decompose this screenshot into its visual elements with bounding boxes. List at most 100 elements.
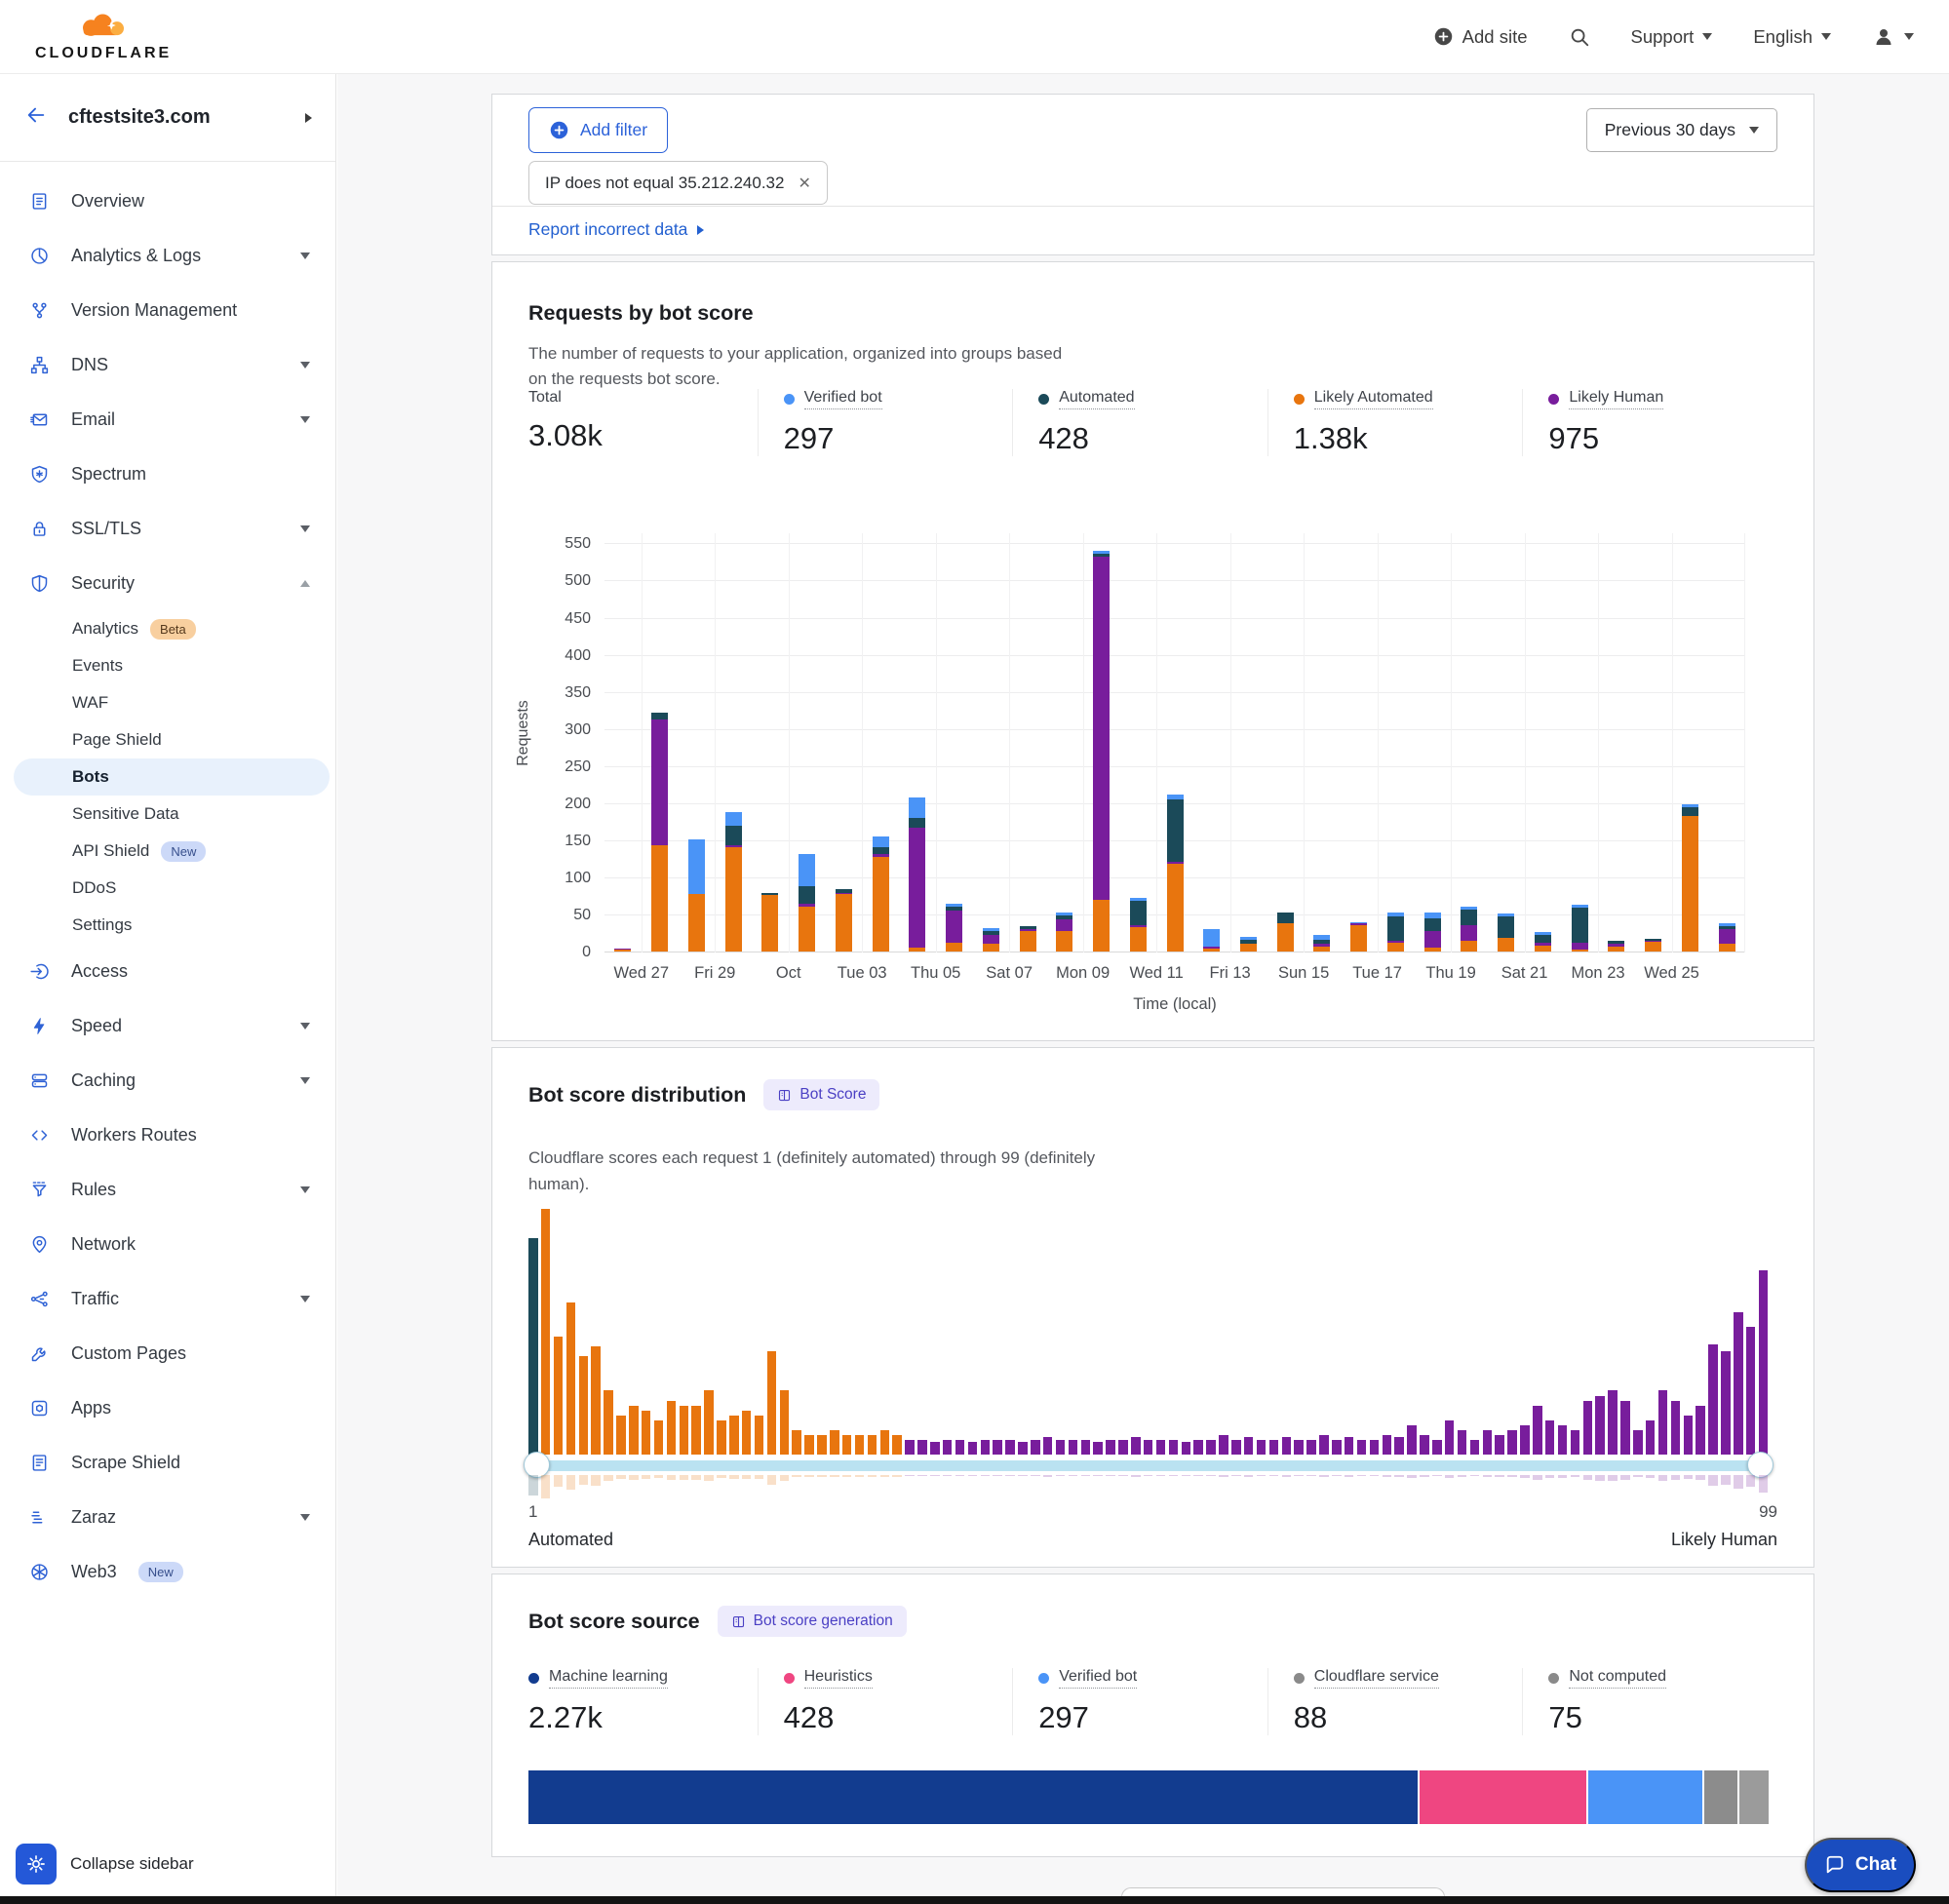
bar-segment-likely-automated: [1203, 949, 1220, 952]
histogram-bar: [528, 1238, 538, 1455]
sidebar-item-page-shield[interactable]: Page Shield: [0, 721, 335, 758]
bar-segment-likely-human: [1719, 929, 1735, 944]
stacked-bar: [1608, 941, 1624, 952]
back-arrow-icon[interactable]: [23, 104, 49, 131]
bot-score-generation-badge[interactable]: Bot score generation: [718, 1606, 907, 1637]
histogram-reflection-bar: [554, 1475, 564, 1487]
bar-segment-likely-automated: [1682, 816, 1698, 952]
analytics-icon: [29, 246, 50, 266]
sidebar-item-label: Zaraz: [71, 1507, 116, 1528]
sidebar-item-rules[interactable]: Rules: [0, 1162, 335, 1217]
site-name[interactable]: cftestsite3.com: [68, 106, 286, 129]
histogram-reflection-bar: [892, 1475, 902, 1477]
histogram-bar: [1495, 1435, 1504, 1455]
date-range-select[interactable]: Previous 30 days: [1586, 108, 1777, 152]
source-segment-cloudflare-service: [1704, 1770, 1738, 1824]
sidebar-item-network[interactable]: Network: [0, 1217, 335, 1271]
sidebar-item-dns[interactable]: DNS: [0, 337, 335, 392]
bot-score-badge[interactable]: Bot Score: [763, 1079, 879, 1110]
sidebar-item-label: Events: [72, 656, 123, 676]
support-menu[interactable]: Support: [1631, 26, 1713, 48]
sidebar-item-analytics-logs[interactable]: Analytics & Logs: [0, 228, 335, 283]
bar-segment-likely-human: [983, 935, 999, 943]
bar-segment-likely-automated: [1020, 931, 1036, 952]
sidebar-item-sensitive-data[interactable]: Sensitive Data: [0, 796, 335, 833]
sidebar-item-speed[interactable]: Speed: [0, 998, 335, 1053]
sidebar-item-apps[interactable]: Apps: [0, 1380, 335, 1435]
caret-down-icon: [1821, 33, 1831, 40]
sidebar-item-bots[interactable]: Bots: [14, 758, 330, 796]
account-menu[interactable]: [1872, 25, 1914, 49]
sidebar-item-api-shield[interactable]: API ShieldNew: [0, 833, 335, 870]
histogram-reflection-bar: [981, 1475, 991, 1476]
add-site-button[interactable]: Add site: [1433, 26, 1528, 48]
histogram-reflection-bar: [1206, 1475, 1216, 1476]
histogram-bar: [1608, 1390, 1618, 1455]
close-icon[interactable]: ✕: [798, 174, 810, 193]
sidebar-item-settings[interactable]: Settings: [0, 907, 335, 944]
sidebar-item-email[interactable]: Email: [0, 392, 335, 447]
expand-site-menu-icon[interactable]: [305, 113, 312, 123]
histogram-bar: [1244, 1437, 1254, 1455]
sidebar-item-analytics[interactable]: AnalyticsBeta: [0, 610, 335, 647]
sidebar-item-ssl-tls[interactable]: SSL/TLS: [0, 501, 335, 556]
x-tick-label: Sat 21: [1501, 964, 1548, 983]
search-button[interactable]: [1569, 26, 1590, 48]
histogram-bar: [579, 1356, 589, 1455]
sidebar-item-scrape-shield[interactable]: Scrape Shield: [0, 1435, 335, 1490]
cloudflare-logo[interactable]: CLOUDFLARE: [35, 12, 172, 62]
slider-handle-min[interactable]: [524, 1452, 550, 1478]
sidebar-item-zaraz[interactable]: Zaraz: [0, 1490, 335, 1544]
sidebar-item-traffic[interactable]: Traffic: [0, 1271, 335, 1326]
sidebar-item-workers-routes[interactable]: Workers Routes: [0, 1107, 335, 1162]
sidebar-item-events[interactable]: Events: [0, 647, 335, 684]
security-icon: [29, 573, 50, 594]
histogram-bar: [1445, 1420, 1455, 1455]
sidebar-item-version-management[interactable]: Version Management: [0, 283, 335, 337]
sidebar-item-custom-pages[interactable]: Custom Pages: [0, 1326, 335, 1380]
add-filter-button[interactable]: Add filter: [528, 107, 668, 153]
stat-heuristics: Heuristics428: [758, 1668, 1013, 1735]
report-incorrect-data-link[interactable]: Report incorrect data: [528, 219, 704, 240]
filter-chip[interactable]: IP does not equal 35.212.240.32 ✕: [528, 161, 828, 205]
histogram-bar: [1169, 1440, 1179, 1455]
y-tick-label: 0: [528, 944, 591, 961]
sidebar-item-ddos[interactable]: DDoS: [0, 870, 335, 907]
language-menu[interactable]: English: [1753, 26, 1831, 48]
source-segment-not-computed: [1739, 1770, 1769, 1824]
stat-label-text: Machine learning: [549, 1668, 668, 1689]
stat-label-text: Likely Automated: [1314, 389, 1433, 409]
gridline: [604, 692, 1745, 693]
bar-segment-automated: [1277, 913, 1294, 923]
histogram-bar: [1708, 1344, 1718, 1455]
sidebar-item-access[interactable]: Access: [0, 944, 335, 998]
histogram-reflection-bar: [1257, 1475, 1267, 1476]
stacked-bar: [946, 904, 962, 952]
gear-icon[interactable]: [16, 1844, 57, 1885]
topnav-actions: Add site Support English: [1433, 25, 1914, 49]
bar-segment-likely-automated: [1093, 900, 1110, 952]
requests-stats-row: Total3.08kVerified bot297Automated428Lik…: [528, 389, 1777, 456]
collapse-sidebar[interactable]: Collapse sidebar: [0, 1834, 335, 1894]
sidebar-item-waf[interactable]: WAF: [0, 684, 335, 721]
y-tick-label: 50: [528, 907, 591, 924]
histogram-bar: [1533, 1406, 1542, 1455]
sidebar-item-overview[interactable]: Overview: [0, 174, 335, 228]
histogram-bar: [729, 1416, 739, 1455]
histogram-bar: [1156, 1440, 1166, 1455]
slider-handle-max[interactable]: [1747, 1452, 1774, 1478]
histogram-reflection-bar: [1432, 1475, 1442, 1476]
sidebar-item-web3[interactable]: Web3New: [0, 1544, 335, 1599]
sidebar-item-security[interactable]: Security: [0, 556, 335, 610]
histogram-bar: [842, 1435, 852, 1455]
y-tick-label: 250: [528, 758, 591, 776]
chat-button[interactable]: Chat: [1805, 1838, 1916, 1892]
gridline-vertical: [1525, 533, 1526, 952]
sidebar-item-label: Page Shield: [72, 730, 162, 750]
histogram-reflection-bar: [1671, 1475, 1681, 1480]
slider-min-value: 1: [528, 1502, 537, 1522]
sidebar-item-caching[interactable]: Caching: [0, 1053, 335, 1107]
chevron-down-icon: [300, 1186, 310, 1193]
histogram-bar: [1520, 1425, 1530, 1455]
sidebar-item-spectrum[interactable]: Spectrum: [0, 447, 335, 501]
